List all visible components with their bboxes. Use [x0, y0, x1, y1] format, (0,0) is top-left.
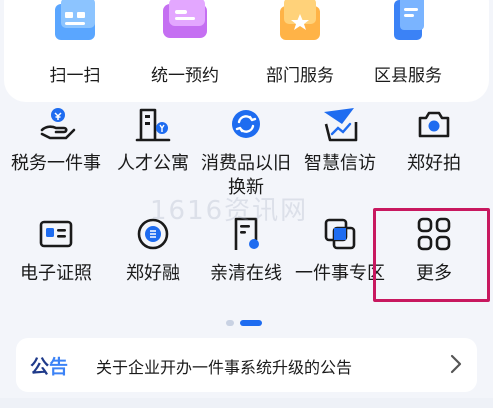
document-stack-icon — [394, 0, 424, 40]
chevron-right-icon — [450, 354, 462, 374]
star-folder-icon — [280, 0, 320, 40]
service-department[interactable]: 部门服务 — [245, 0, 355, 100]
page-dot[interactable] — [226, 320, 234, 326]
grid-item-petition[interactable]: 智慧信访 — [290, 104, 390, 204]
notice-text: 关于企业开办一件事系统升级的公告 — [96, 358, 353, 377]
id-card-icon — [39, 220, 73, 248]
card-appointment-icon — [163, 0, 207, 38]
grid-item-apartment[interactable]: 人才公寓 — [103, 104, 203, 204]
layers-icon — [324, 218, 356, 250]
notice-bar[interactable]: 公告 关于企业开办一件事系统升级的公告 — [16, 338, 477, 392]
camera-icon — [418, 111, 450, 138]
service-scan[interactable]: 扫一扫 — [20, 0, 130, 100]
recycle-exchange-icon — [232, 110, 260, 138]
tax-hand-icon — [40, 108, 76, 140]
service-label: 统一预约 — [151, 66, 219, 86]
service-district[interactable]: 区县服务 — [353, 0, 463, 100]
page-dot-active[interactable] — [240, 320, 262, 326]
service-label: 区县服务 — [374, 66, 442, 86]
service-appointment[interactable]: 统一预约 — [130, 0, 240, 100]
notice-tag-text: 公告 — [30, 356, 69, 378]
notice-tag: 公告 — [30, 352, 68, 379]
grid-item-label: 电子证照 — [20, 263, 92, 284]
more-highlight-box — [373, 208, 490, 302]
grid-item-label: 人才公寓 — [117, 153, 189, 174]
grid-item-tax[interactable]: 税务一件事 — [6, 104, 106, 204]
grid-item-photo[interactable]: 郑好拍 — [384, 104, 484, 204]
grid-item-e-license[interactable]: 电子证照 — [6, 214, 106, 294]
service-label: 扫一扫 — [49, 66, 101, 86]
paper-plane-icon — [324, 108, 358, 142]
grid-item-label: 亲清在线 — [210, 263, 282, 284]
grid-item-label: 郑好融 — [126, 263, 180, 284]
grid-item-label: 税务一件事 — [11, 153, 101, 174]
service-label: 部门服务 — [266, 66, 334, 86]
apartment-building-icon — [135, 108, 171, 142]
grid-item-trade-in[interactable]: 消费品以旧换新 — [196, 104, 296, 204]
top-services-row: 扫一扫 统一预约 部门服务 区县服务 — [0, 0, 493, 100]
grid-item-label: 郑好拍 — [407, 153, 461, 174]
bottom-edge — [0, 398, 493, 408]
watermark: 1616资讯网 — [150, 196, 309, 226]
grid-item-label: 智慧信访 — [304, 153, 376, 174]
folder-scan-icon — [55, 0, 95, 40]
